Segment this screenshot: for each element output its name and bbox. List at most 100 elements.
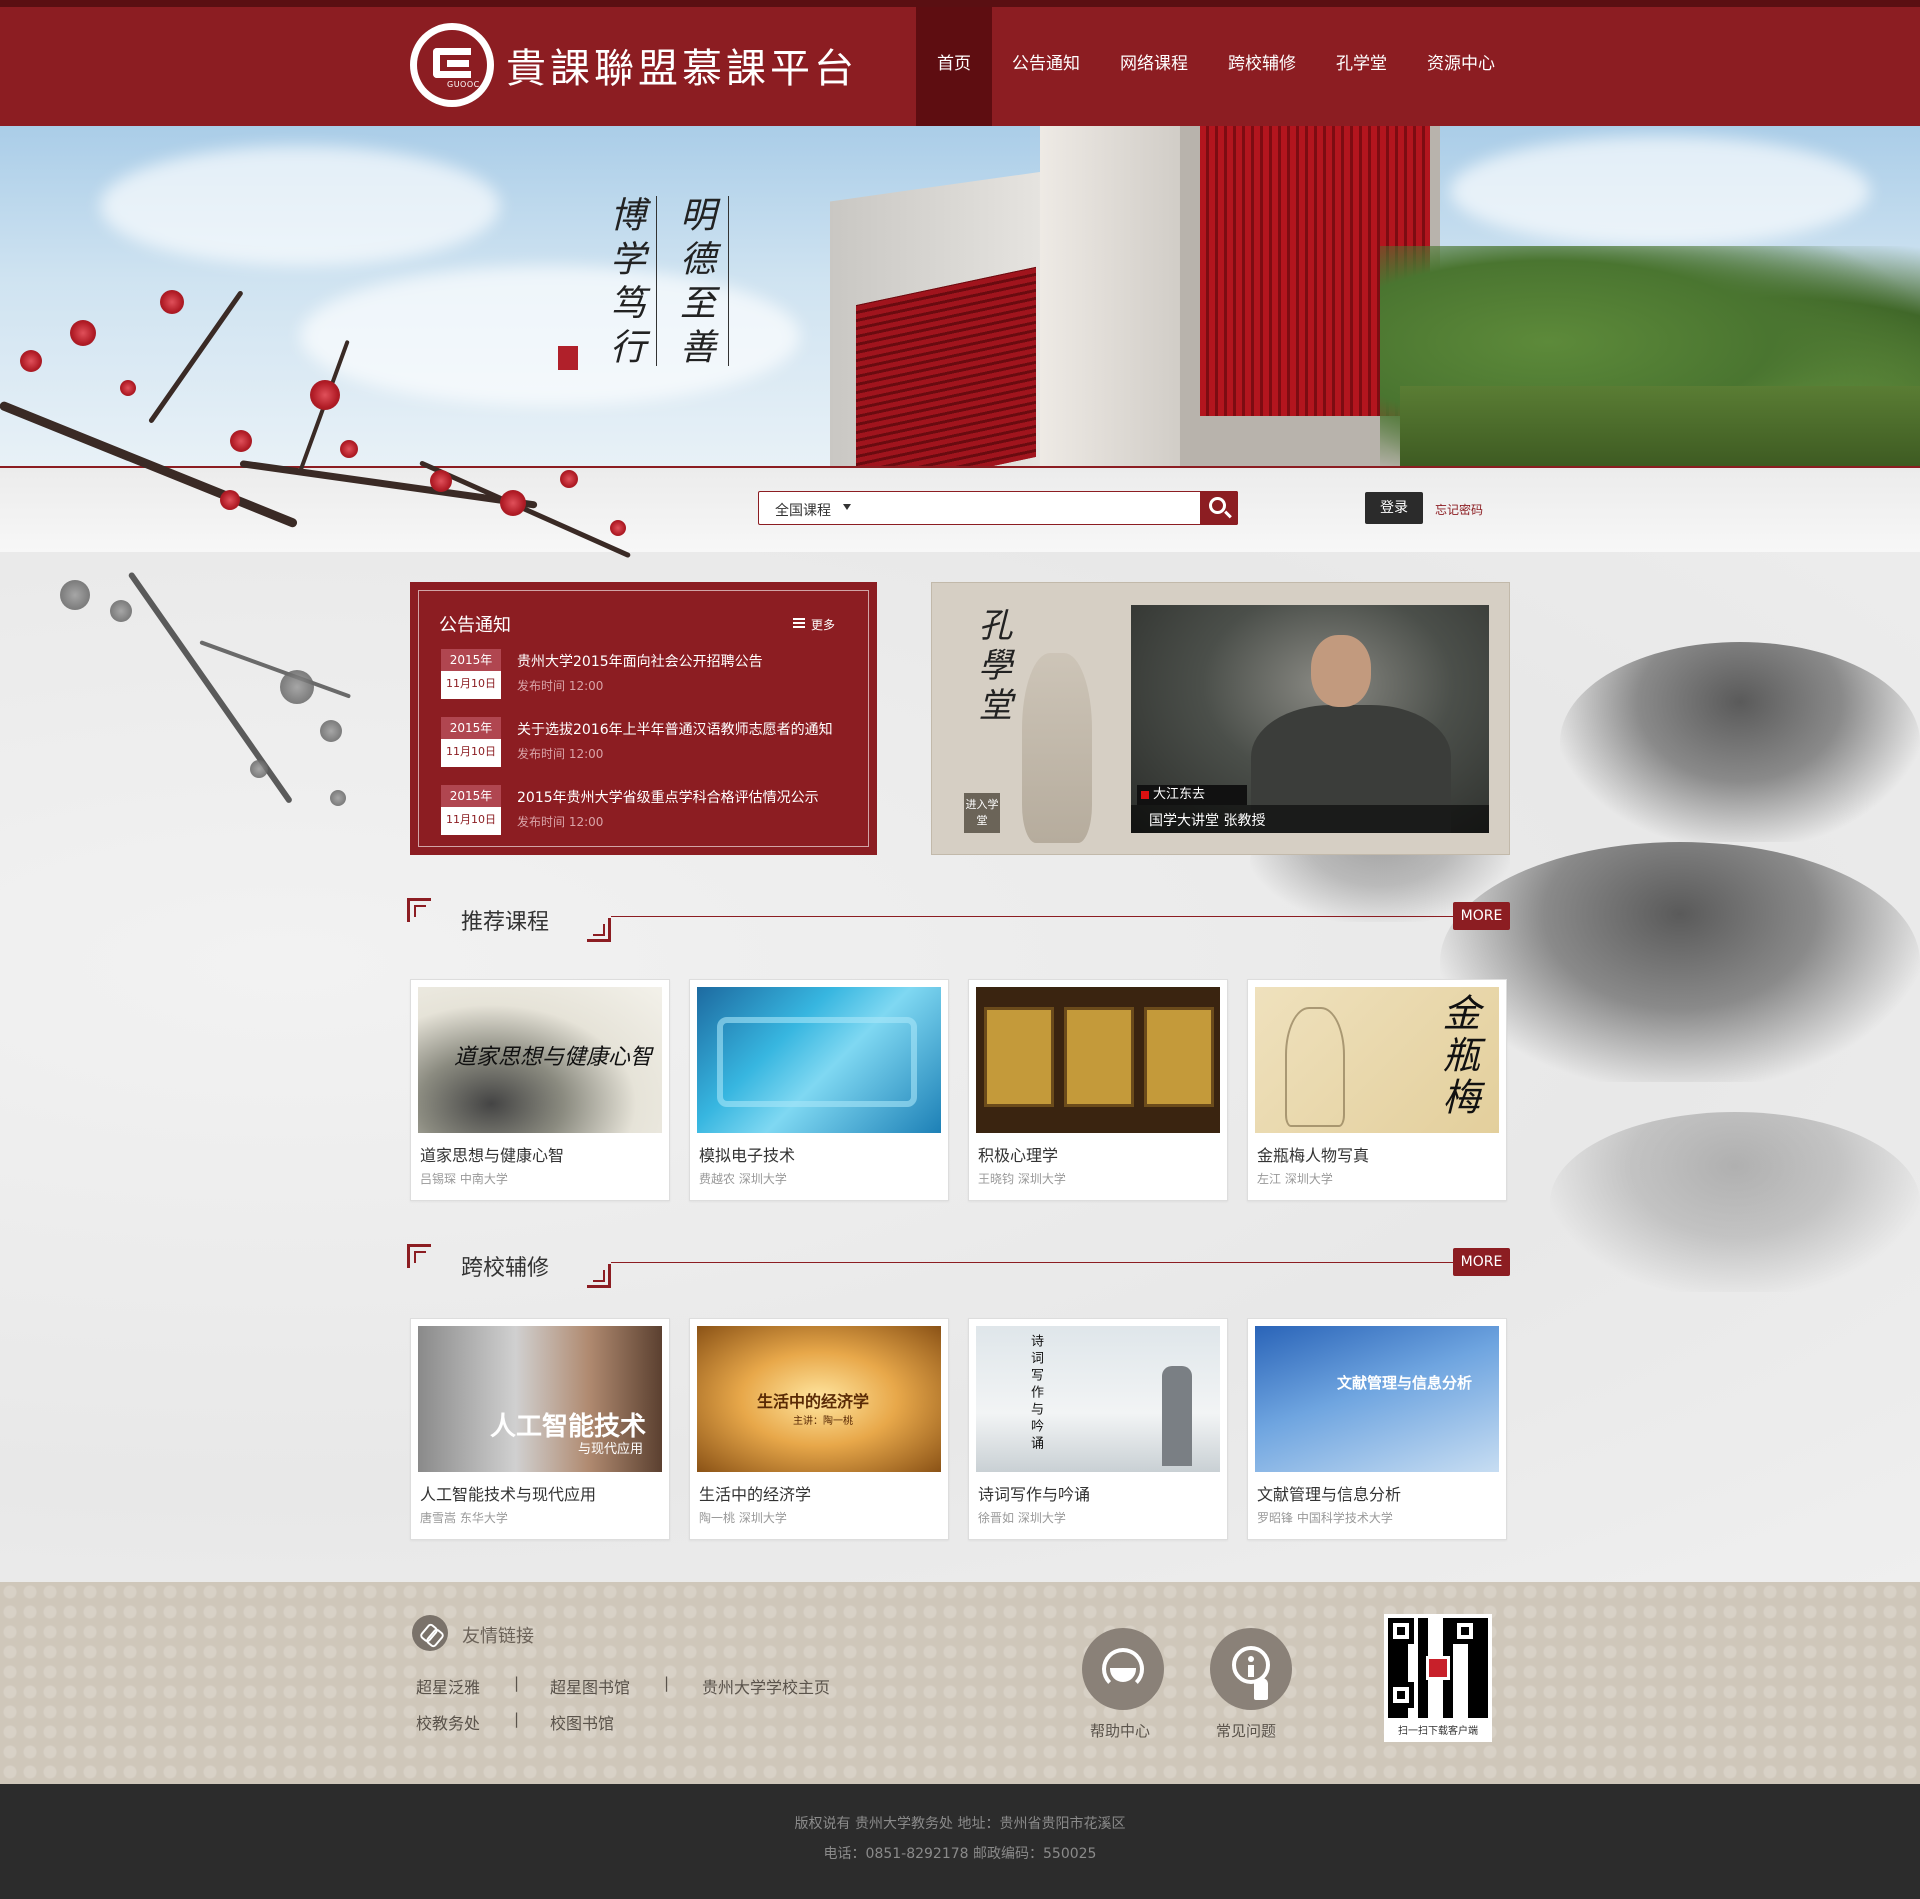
course-title[interactable]: 模拟电子技术	[699, 1142, 795, 1166]
course-title[interactable]: 金瓶梅人物写真	[1257, 1142, 1369, 1166]
top-border	[0, 0, 1920, 7]
course-card[interactable]: 生活中的经济学 主讲：陶一桃 生活中的经济学 陶一桃 深圳大学	[689, 1318, 949, 1540]
course-card[interactable]: 道家思想与健康心智 道家思想与健康心智 吕锡琛 中南大学	[410, 979, 670, 1201]
notice-time: 发布时间 12:00	[517, 679, 604, 693]
video-tag: 大江东去	[1137, 785, 1247, 805]
section-title: 推荐课程	[461, 910, 550, 935]
course-meta: 吕锡琛 中南大学	[420, 1172, 508, 1186]
course-card[interactable]: 金瓶梅 金瓶梅人物写真 左江 深圳大学	[1247, 979, 1507, 1201]
course-thumbnail[interactable]	[697, 987, 941, 1133]
course-thumbnail[interactable]: 人工智能技术 与现代应用	[418, 1326, 662, 1472]
red-seal-stamp	[558, 346, 578, 370]
course-title[interactable]: 积极心理学	[978, 1142, 1058, 1166]
nav-home[interactable]: 首页	[916, 7, 992, 126]
site-title[interactable]: 貴課聯盟慕課平台	[506, 36, 858, 94]
main-nav: 首页 公告通知 网络课程 跨校辅修 孔学堂 资源中心	[916, 7, 1515, 126]
recommended-section-header: 推荐课程 MORE	[407, 898, 1510, 942]
course-meta: 徐晋如 深圳大学	[978, 1511, 1066, 1525]
fret-ornament-icon	[407, 898, 431, 922]
search-button[interactable]	[1200, 491, 1238, 525]
app-download-qr[interactable]: 扫一扫下载客户端	[1384, 1614, 1492, 1742]
course-thumbnail[interactable]: 金瓶梅	[1255, 987, 1499, 1133]
help-center-label[interactable]: 帮助中心	[1090, 1720, 1150, 1741]
notice-item[interactable]: 2015年 11月10日 关于选拔2016年上半年普通汉语教师志愿者的通知 发布…	[441, 717, 861, 773]
course-title[interactable]: 文献管理与信息分析	[1257, 1481, 1401, 1505]
friendly-link[interactable]: 贵州大学学校主页	[702, 1674, 830, 1698]
nav-notices[interactable]: 公告通知	[992, 7, 1100, 126]
course-title[interactable]: 诗词写作与吟诵	[978, 1481, 1090, 1505]
nav-resource-center[interactable]: 资源中心	[1407, 7, 1515, 126]
enter-academy-button[interactable]: 进入学堂	[964, 793, 1000, 833]
course-card[interactable]: 模拟电子技术 费越农 深圳大学	[689, 979, 949, 1201]
notice-title: 公告通知	[439, 615, 511, 636]
more-button[interactable]: MORE	[1453, 902, 1510, 930]
site-footer	[0, 1582, 1920, 1784]
section-title: 跨校辅修	[461, 1256, 550, 1281]
recommended-course-list: 道家思想与健康心智 道家思想与健康心智 吕锡琛 中南大学 模拟电子技术 费越农 …	[410, 979, 1510, 1201]
notice-headline[interactable]: 2015年贵州大学省级重点学科合格评估情况公示	[517, 787, 819, 807]
logo-emblem: GUOOC	[417, 30, 487, 100]
forgot-password-link[interactable]: 忘记密码	[1435, 501, 1483, 518]
date-badge: 2015年 11月10日	[441, 717, 501, 767]
search-input[interactable]: 全国课程	[758, 491, 1238, 525]
list-icon[interactable]	[793, 618, 805, 628]
course-thumbnail[interactable]: 道家思想与健康心智	[418, 987, 662, 1133]
copyright-bar	[0, 1784, 1920, 1899]
video-caption: 国学大讲堂 张教授	[1149, 813, 1266, 829]
lecture-video[interactable]: 大江东去 国学大讲堂 张教授	[1131, 605, 1489, 833]
faq-label[interactable]: 常见问题	[1216, 1720, 1276, 1741]
course-thumbnail[interactable]	[976, 987, 1220, 1133]
confucius-illustration	[1022, 653, 1092, 843]
nav-cross-school[interactable]: 跨校辅修	[1208, 7, 1316, 126]
site-logo[interactable]: GUOOC	[410, 23, 494, 107]
nav-kongxuetang[interactable]: 孔学堂	[1316, 7, 1407, 126]
notice-item[interactable]: 2015年 11月10日 2015年贵州大学省级重点学科合格评估情况公示 发布时…	[441, 785, 861, 841]
link-icon	[412, 1615, 448, 1651]
faq-icon[interactable]	[1210, 1628, 1292, 1710]
course-thumbnail[interactable]: 文献管理与信息分析	[1255, 1326, 1499, 1472]
course-title[interactable]: 人工智能技术与现代应用	[420, 1481, 596, 1505]
friendly-link[interactable]: 超星泛雅	[416, 1674, 480, 1698]
notice-panel: 公告通知 更多 2015年 11月10日 贵州大学2015年面向社会公开招聘公告…	[410, 582, 877, 855]
notice-time: 发布时间 12:00	[517, 815, 604, 829]
notice-headline[interactable]: 贵州大学2015年面向社会公开招聘公告	[517, 651, 763, 671]
course-card[interactable]: 诗词写作与吟诵 诗词写作与吟诵 徐晋如 深圳大学	[968, 1318, 1228, 1540]
kongxuetang-panel: 孔學堂 进入学堂 大江东去 国学大讲堂 张教授	[931, 582, 1510, 855]
notice-item[interactable]: 2015年 11月10日 贵州大学2015年面向社会公开招聘公告 发布时间 12…	[441, 649, 861, 705]
notice-more-link[interactable]: 更多	[811, 616, 835, 633]
friendly-link[interactable]: 校教务处	[416, 1710, 480, 1734]
qr-label: 扫一扫下载客户端	[1398, 1726, 1478, 1737]
friendly-links-title: 友情链接	[462, 1626, 534, 1647]
course-thumbnail[interactable]: 生活中的经济学 主讲：陶一桃	[697, 1326, 941, 1472]
notice-time: 发布时间 12:00	[517, 747, 604, 761]
course-meta: 陶一桃 深圳大学	[699, 1511, 787, 1525]
hero-banner	[0, 126, 1920, 466]
caret-down-icon[interactable]	[843, 504, 851, 510]
course-card[interactable]: 积极心理学 王晓钧 深圳大学	[968, 979, 1228, 1201]
fret-ornament-icon	[407, 1244, 431, 1268]
course-meta: 费越农 深圳大学	[699, 1172, 787, 1186]
course-meta: 王晓钧 深圳大学	[978, 1172, 1066, 1186]
login-button[interactable]: 登录	[1365, 492, 1423, 524]
nav-online-courses[interactable]: 网络课程	[1100, 7, 1208, 126]
date-badge: 2015年 11月10日	[441, 649, 501, 699]
more-button[interactable]: MORE	[1453, 1248, 1510, 1276]
course-title[interactable]: 生活中的经济学	[699, 1481, 811, 1505]
course-card[interactable]: 文献管理与信息分析 文献管理与信息分析 罗昭锋 中国科学技术大学	[1247, 1318, 1507, 1540]
cross-school-course-list: 人工智能技术 与现代应用 人工智能技术与现代应用 唐雪嵩 东华大学 生活中的经济…	[410, 1318, 1510, 1540]
course-thumbnail[interactable]: 诗词写作与吟诵	[976, 1326, 1220, 1472]
search-scope-select[interactable]: 全国课程	[775, 500, 831, 520]
library-building-center	[1040, 126, 1190, 466]
help-center-icon[interactable]	[1082, 1628, 1164, 1710]
notice-headline[interactable]: 关于选拔2016年上半年普通汉语教师志愿者的通知	[517, 719, 833, 739]
course-meta: 罗昭锋 中国科学技术大学	[1257, 1511, 1393, 1525]
contact-text: 电话：0851-8292178 邮政编码：550025	[823, 1846, 1097, 1862]
friendly-link[interactable]: 校图书馆	[550, 1710, 614, 1734]
qr-code-icon	[1388, 1618, 1488, 1718]
friendly-link[interactable]: 超星图书馆	[550, 1674, 630, 1698]
course-card[interactable]: 人工智能技术 与现代应用 人工智能技术与现代应用 唐雪嵩 东华大学	[410, 1318, 670, 1540]
copyright-text: 版权说有 贵州大学教务处 地址：贵州省贵阳市花溪区	[794, 1816, 1126, 1832]
course-title[interactable]: 道家思想与健康心智	[420, 1142, 564, 1166]
course-meta: 左江 深圳大学	[1257, 1172, 1333, 1186]
course-meta: 唐雪嵩 东华大学	[420, 1511, 508, 1525]
